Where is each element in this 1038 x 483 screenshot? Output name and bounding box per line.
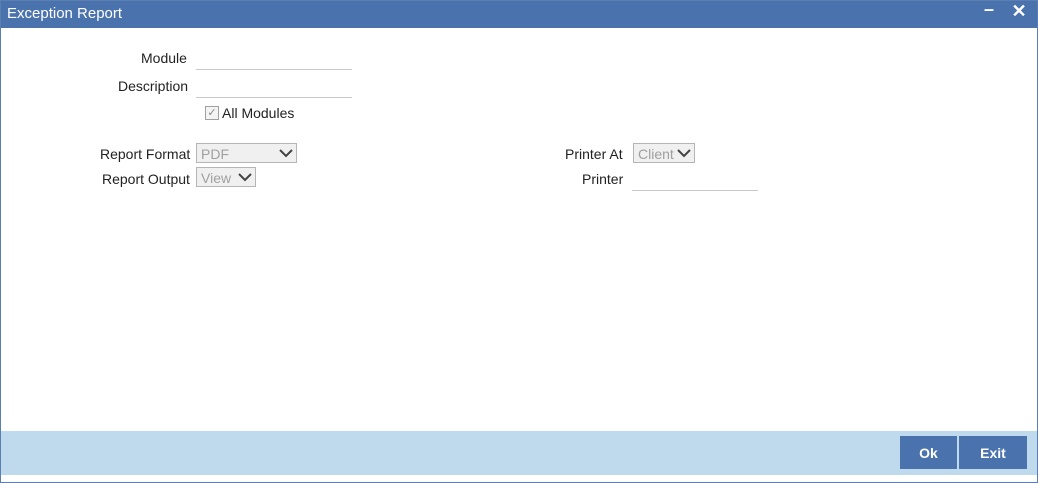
printer-at-value: Client — [638, 146, 674, 162]
printer-at-select[interactable]: Client — [633, 143, 695, 163]
exception-report-window: Exception Report – ✕ Module Description … — [0, 0, 1038, 483]
printer-input[interactable] — [632, 168, 758, 191]
report-format-select[interactable]: PDF — [196, 143, 297, 163]
chevron-down-icon — [238, 168, 252, 186]
printer-label: Printer — [582, 171, 624, 187]
minimize-icon[interactable]: – — [979, 0, 999, 23]
module-label: Module — [141, 50, 187, 66]
exit-button[interactable]: Exit — [959, 436, 1027, 469]
module-input[interactable] — [196, 47, 352, 70]
printer-at-label: Printer At — [565, 146, 623, 162]
description-label: Description — [118, 78, 189, 94]
report-output-label: Report Output — [102, 171, 190, 187]
report-output-select[interactable]: View — [196, 167, 256, 187]
window-title: Exception Report — [7, 5, 123, 22]
close-icon[interactable]: ✕ — [1009, 1, 1029, 25]
checkmark-icon[interactable]: ✓ — [205, 106, 219, 120]
description-input[interactable] — [196, 75, 352, 98]
ok-button[interactable]: Ok — [900, 436, 957, 469]
footer-bar: Ok Exit — [1, 431, 1037, 475]
chevron-down-icon — [279, 144, 293, 162]
report-format-value: PDF — [201, 146, 229, 162]
all-modules-label: All Modules — [222, 105, 295, 121]
chevron-down-icon — [677, 144, 691, 162]
report-output-value: View — [201, 170, 232, 186]
report-format-label: Report Format — [100, 146, 191, 162]
title-bar[interactable]: Exception Report – ✕ — [1, 0, 1037, 28]
